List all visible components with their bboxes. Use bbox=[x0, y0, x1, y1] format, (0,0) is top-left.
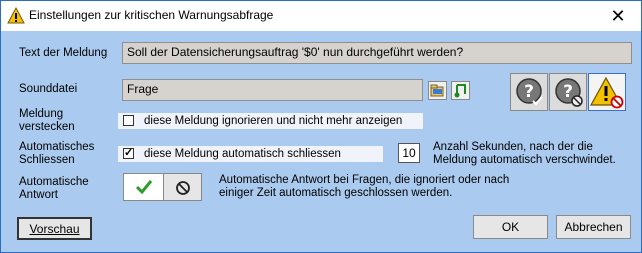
autoanswer-label: Automatische Antwort bbox=[19, 176, 89, 202]
autoanswer-description: Automatische Antwort bei Fragen, die ign… bbox=[219, 174, 510, 199]
autoanswer-label-line1: Automatische bbox=[19, 176, 89, 188]
question-forbidden-icon: ? bbox=[550, 78, 586, 113]
autoanswer-label-line2: Antwort bbox=[19, 189, 58, 201]
warning-forbidden-icon-button[interactable] bbox=[588, 73, 626, 111]
preview-button-label: Vorschau bbox=[29, 222, 80, 236]
autoclose-label-line2: Schliessen bbox=[19, 154, 75, 166]
hide-label: Meldung verstecken bbox=[19, 108, 75, 134]
title-bar: Einstellungen zur kritischen Warnungsabf… bbox=[1, 1, 641, 31]
svg-text:?: ? bbox=[524, 82, 534, 102]
autoclose-label-line1: Automatisches bbox=[19, 141, 95, 153]
forbidden-icon bbox=[175, 180, 191, 199]
preview-button[interactable]: Vorschau bbox=[17, 217, 92, 240]
play-sound-icon bbox=[452, 84, 469, 102]
sound-label: Sounddatei bbox=[19, 83, 78, 95]
ok-button[interactable]: OK bbox=[473, 215, 548, 239]
browse-sound-button[interactable] bbox=[428, 81, 447, 100]
message-field[interactable]: Soll der Datensicherungsauftrag '$0' nun… bbox=[122, 42, 632, 64]
hide-checkbox[interactable] bbox=[123, 115, 134, 126]
autoclose-label: Automatisches Schliessen bbox=[19, 141, 94, 167]
hide-label-line1: Meldung bbox=[19, 108, 64, 120]
play-sound-button[interactable] bbox=[451, 81, 470, 100]
message-label: Text der Meldung bbox=[19, 47, 108, 59]
close-icon: ✕ bbox=[610, 5, 626, 26]
cancel-button[interactable]: Abbrechen bbox=[556, 215, 631, 239]
seconds-description: Anzahl Sekunden, nach der die Meldung au… bbox=[433, 141, 616, 166]
browse-icon bbox=[429, 84, 446, 102]
hide-label-line2: verstecken bbox=[19, 121, 75, 133]
question-forbidden-icon-button[interactable]: ? bbox=[549, 73, 587, 111]
svg-text:?: ? bbox=[563, 82, 573, 102]
check-icon bbox=[135, 179, 153, 198]
warning-icon bbox=[7, 6, 25, 25]
window-title: Einstellungen zur kritischen Warnungsabf… bbox=[29, 8, 274, 22]
autoanswer-no-button[interactable] bbox=[163, 173, 202, 201]
autoclose-checkbox-label: diese Meldung automatisch schliessen bbox=[144, 148, 341, 160]
autoanswer-yes-button[interactable] bbox=[123, 173, 164, 201]
hide-checkbox-row[interactable]: diese Meldung ignorieren und nicht mehr … bbox=[118, 113, 423, 129]
sound-file-field[interactable]: Frage bbox=[122, 79, 423, 101]
dialog-window: Einstellungen zur kritischen Warnungsabf… bbox=[0, 0, 642, 253]
autoclose-checkbox[interactable]: ✓ bbox=[123, 148, 134, 159]
question-icon: ? bbox=[511, 78, 547, 113]
seconds-field[interactable]: 10 bbox=[398, 143, 420, 163]
hide-checkbox-label: diese Meldung ignorieren und nicht mehr … bbox=[144, 115, 403, 127]
question-icon-button[interactable]: ? bbox=[510, 73, 548, 111]
warning-forbidden-icon bbox=[589, 76, 625, 113]
close-button[interactable]: ✕ bbox=[595, 1, 641, 31]
autoclose-checkbox-row[interactable]: ✓ diese Meldung automatisch schliessen bbox=[118, 146, 383, 162]
